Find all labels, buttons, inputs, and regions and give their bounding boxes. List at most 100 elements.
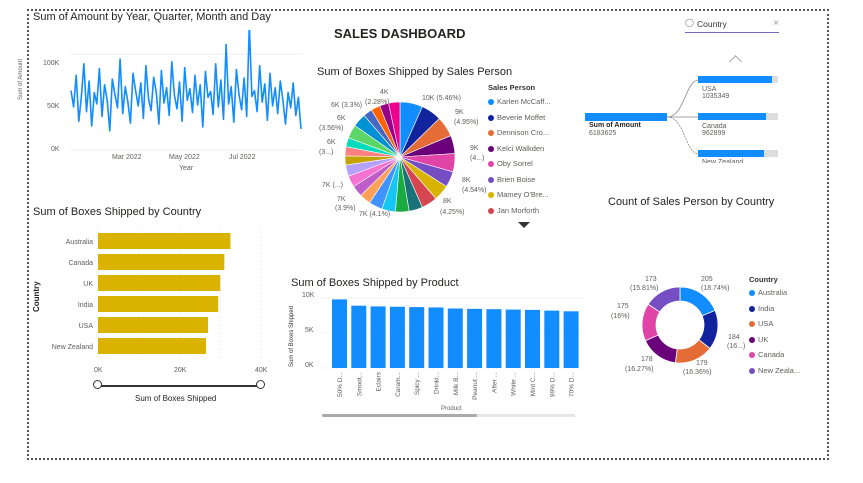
country-bar xyxy=(98,338,206,354)
pie-label: (4.25%) xyxy=(440,209,465,216)
donut-legend-item[interactable]: Australia xyxy=(749,288,787,297)
product-bar xyxy=(370,306,386,368)
donut-legend-title: Country xyxy=(749,275,778,284)
country-bar xyxy=(98,233,231,249)
donut-legend-item[interactable]: Canada xyxy=(749,350,784,359)
product-bar xyxy=(447,308,463,368)
pie-label: (3.9%) xyxy=(335,205,356,212)
pie-legend-item[interactable]: Mamey O'Bre... xyxy=(488,190,549,199)
donut-label: 179 xyxy=(696,360,708,367)
product-bar xyxy=(389,306,405,368)
legend-dot-icon xyxy=(749,336,755,343)
legend-dot-icon xyxy=(749,290,755,297)
dashboard-title: SALES DASHBOARD xyxy=(334,26,466,41)
product-ytick-10k: 10K xyxy=(302,292,315,299)
line-chart-xlabel: Year xyxy=(179,165,194,172)
pie-label: (2.28%) xyxy=(365,99,390,106)
line-chart-ylabel: Sum of Amount xyxy=(18,58,24,100)
pie-label: 7K xyxy=(337,196,346,203)
legend-dot-icon xyxy=(488,192,494,199)
country-slicer[interactable]: ◯ Country × xyxy=(685,18,779,33)
pie-legend-item[interactable]: Karlen McCaff... xyxy=(488,97,551,106)
tree-node-bar-usa[interactable] xyxy=(698,76,772,83)
country-tick-label: India xyxy=(78,302,93,309)
tree-node-label: New Zealand xyxy=(702,159,744,163)
pie-legend-item[interactable]: Oby Sorrel xyxy=(488,159,533,168)
zoom-slider-handle-right[interactable] xyxy=(256,380,265,389)
zoom-slider-track[interactable] xyxy=(98,385,261,387)
donut-label: 184 xyxy=(728,334,740,341)
product-tick-label: Eclairs xyxy=(376,371,383,391)
tree-root-value: 6183625 xyxy=(589,130,617,137)
product-tick-label: Peanut ... xyxy=(472,372,479,400)
donut-legend-label: India xyxy=(758,303,775,313)
country-xtick-0: 0K xyxy=(94,367,103,374)
donut-legend-item[interactable]: New Zeala... xyxy=(749,366,800,375)
product-bar-xlabel: Product xyxy=(441,406,462,412)
product-tick-label: 70% D... xyxy=(569,372,576,397)
tree-connectors xyxy=(667,79,700,155)
donut-legend-item[interactable]: UK xyxy=(749,335,768,344)
donut-label: (16%) xyxy=(611,313,630,320)
pie-legend-item[interactable]: Kelci Walkden xyxy=(488,144,544,153)
pie-legend-label: Dennison Cro... xyxy=(497,128,550,137)
line-chart-plot[interactable] xyxy=(70,30,302,155)
pie-chart-plot[interactable] xyxy=(340,100,460,215)
country-bar xyxy=(98,254,225,270)
country-bar xyxy=(98,317,209,333)
pie-label: 8K xyxy=(462,177,471,184)
product-bar xyxy=(428,307,444,368)
pie-legend-item[interactable]: Jan Morforth xyxy=(488,206,539,215)
tree-node-bar-canada[interactable] xyxy=(698,113,766,120)
product-tick-label: 99% D... xyxy=(549,372,556,397)
product-bar xyxy=(467,308,483,368)
clear-icon[interactable]: × xyxy=(773,18,779,29)
country-bar-plot[interactable]: Australia Canada UK India USA New Zealand xyxy=(40,226,270,376)
pie-legend-item[interactable]: Dennison Cro... xyxy=(488,128,549,137)
country-xtick-20k: 20K xyxy=(174,367,187,374)
legend-dot-icon xyxy=(749,352,755,359)
product-tick-label: 50% D... xyxy=(337,372,344,397)
tree-node-value: 962899 xyxy=(702,130,726,137)
country-bar xyxy=(98,296,219,312)
tree-node-value: 1035349 xyxy=(702,93,730,100)
pie-legend-label: Brien Boise xyxy=(497,174,536,184)
pie-label: (3.56%) xyxy=(319,125,344,132)
legend-scroll-down-icon[interactable] xyxy=(518,222,530,228)
pie-label: 6K xyxy=(337,115,346,122)
product-tick-label: Milk B... xyxy=(453,372,460,395)
donut-legend-item[interactable]: India xyxy=(749,304,774,313)
pie-label: 4K xyxy=(380,89,389,96)
tree-root-bar[interactable] xyxy=(585,113,667,121)
line-ytick-0k: 0K xyxy=(51,146,60,153)
zoom-slider-handle-left[interactable] xyxy=(93,380,102,389)
pie-legend-item[interactable]: Beverie Moffet xyxy=(488,113,545,122)
donut-legend-item[interactable]: USA xyxy=(749,319,773,328)
pie-legend-item[interactable]: Brien Boise xyxy=(488,175,535,184)
product-bar xyxy=(563,311,579,368)
product-bar-plot[interactable]: 50% D... Smoot... Eclairs Caram... Spicy ...… xyxy=(320,290,582,405)
country-tick-label: Australia xyxy=(66,239,93,246)
product-tick-label: After ... xyxy=(491,372,498,393)
donut-label: 173 xyxy=(645,276,657,283)
pie-legend-label: Oby Sorrel xyxy=(497,159,533,168)
pie-label: (4.95%) xyxy=(454,119,479,126)
country-tick-label: UK xyxy=(83,281,93,288)
donut-label: (16.27%) xyxy=(625,366,654,373)
line-xtick-jul: Jul 2022 xyxy=(229,154,256,161)
product-bar xyxy=(544,310,560,368)
pie-label: 9K xyxy=(470,145,479,152)
tree-node-bar-nz[interactable] xyxy=(698,150,764,157)
donut-legend-label: Canada xyxy=(758,350,785,359)
country-tick-label: Canada xyxy=(68,260,93,267)
donut-title: Count of Sales Person by Country xyxy=(608,196,775,208)
donut-label: 205 xyxy=(701,276,713,283)
product-scrollbar-thumb[interactable] xyxy=(322,414,477,417)
pie-legend-label: Beverie Moffet xyxy=(497,112,546,122)
pie-legend-label: Karlen McCaff... xyxy=(497,97,551,106)
product-bar xyxy=(525,309,540,368)
legend-dot-icon xyxy=(749,367,755,374)
country-bar-xlabel: Sum of Boxes Shipped xyxy=(135,394,217,403)
legend-dot-icon xyxy=(488,207,494,214)
donut-label: (16.36%) xyxy=(683,369,712,376)
